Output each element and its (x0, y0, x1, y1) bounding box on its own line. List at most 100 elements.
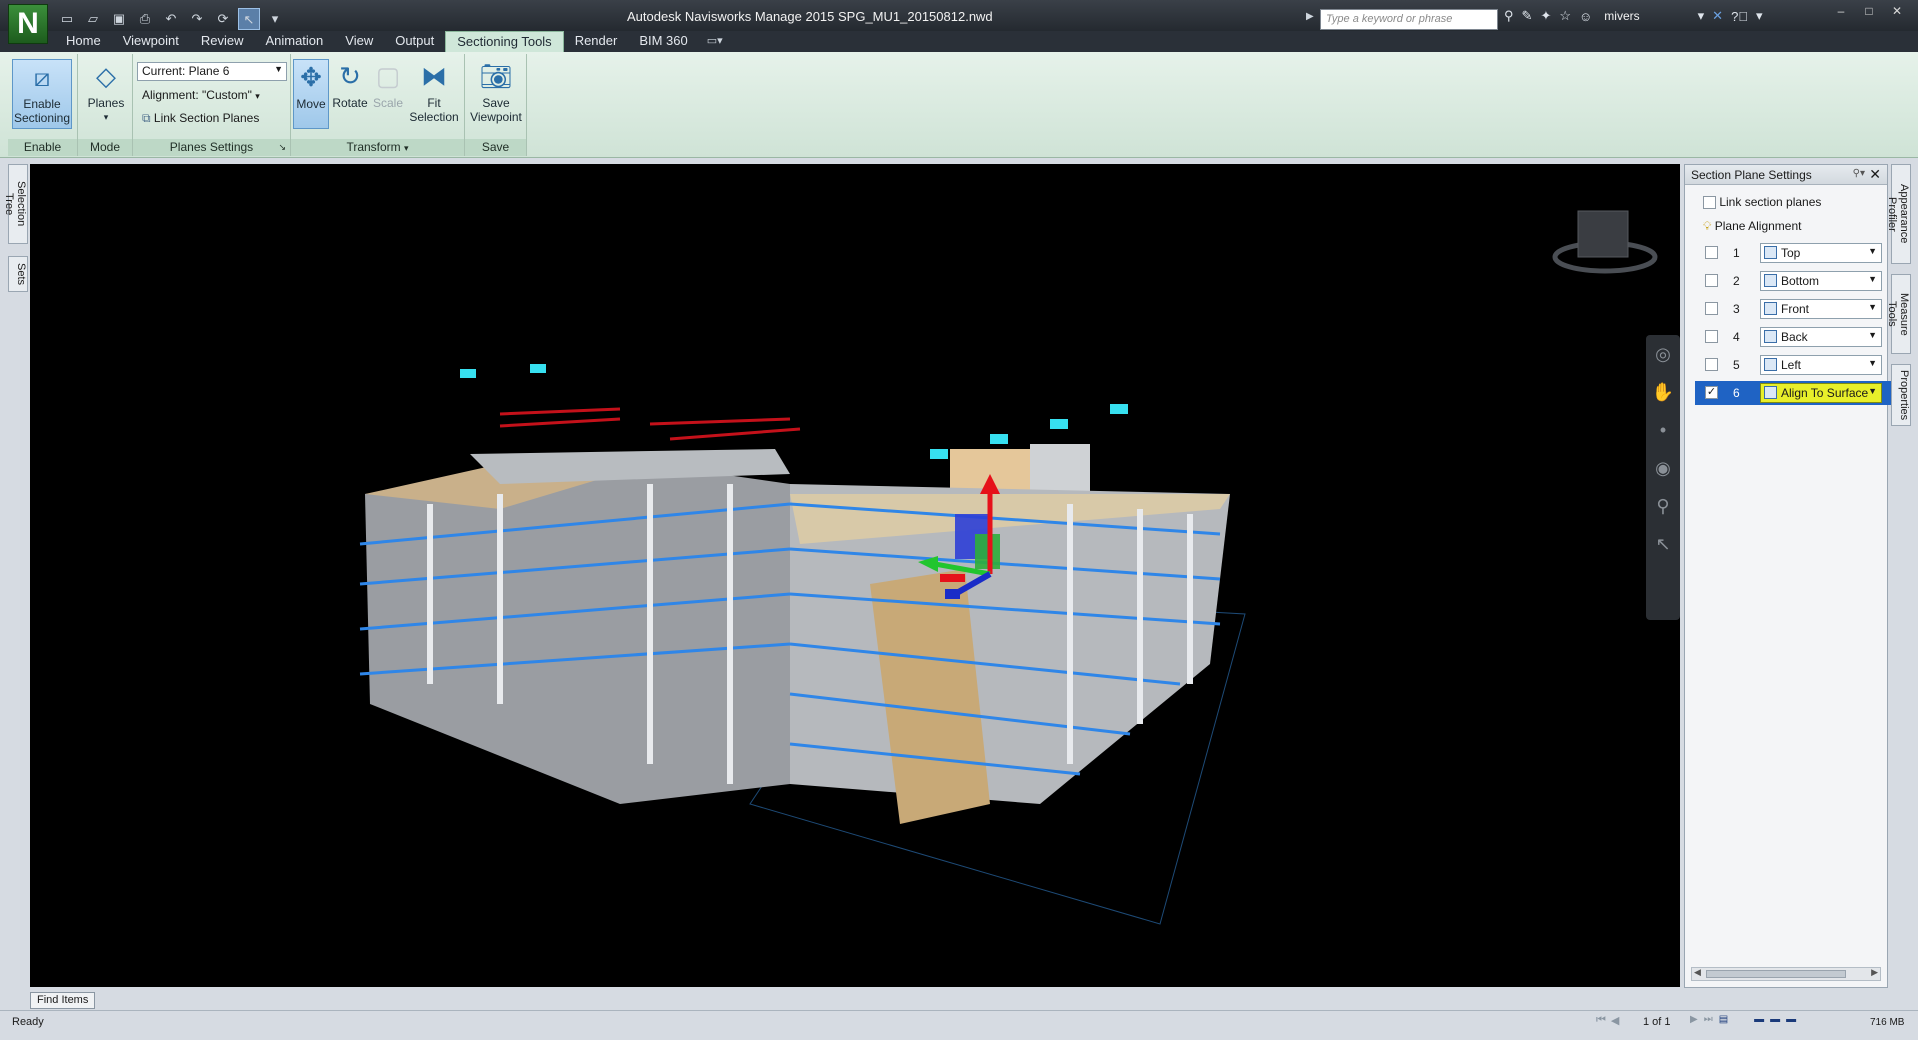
search-input[interactable]: Type a keyword or phrase (1320, 9, 1498, 30)
panel-horizontal-scrollbar[interactable]: ◀ ▶ (1691, 967, 1881, 981)
plane-4-checkbox[interactable] (1705, 330, 1718, 343)
planes-button[interactable]: ◇ Planes ▾ (84, 59, 128, 124)
move-button[interactable]: ✥ Move (293, 59, 329, 129)
plane-row-6[interactable]: ✓ 6 Align To Surface ▼ (1695, 381, 1891, 405)
ribbon-tabs: Home Viewpoint Review Animation View Out… (0, 31, 1918, 52)
chevron-down-icon: ▼ (274, 64, 283, 74)
group-expand-icon[interactable]: ▾ (404, 143, 409, 153)
scroll-thumb[interactable] (1706, 970, 1846, 978)
plane-1-checkbox[interactable] (1705, 246, 1718, 259)
open-file-icon[interactable]: ▱ (82, 8, 104, 30)
fit-selection-button[interactable]: ⧓ Fit Selection (407, 59, 461, 124)
help-icon[interactable]: ?⃝ (1731, 9, 1748, 24)
tab-view[interactable]: View (334, 31, 384, 52)
rotate-button[interactable]: ↻ Rotate (331, 59, 369, 110)
walk-icon[interactable]: ⚲ (1646, 487, 1680, 525)
dialog-launcher-icon[interactable]: ↘ (278, 139, 286, 156)
link-section-planes-button[interactable]: ⧉ Link Section Planes (142, 111, 259, 126)
tab-sectioning-tools[interactable]: Sectioning Tools (445, 31, 564, 52)
building-model[interactable] (30, 164, 1680, 987)
tab-render[interactable]: Render (564, 31, 629, 52)
undo-icon[interactable]: ↶ (160, 8, 182, 30)
minimize-icon[interactable]: – (1828, 2, 1854, 20)
scale-button[interactable]: ▢ Scale (371, 59, 405, 110)
plane-1-alignment-dropdown[interactable]: Top ▼ (1760, 243, 1882, 263)
communication-icon[interactable]: ✦ (1540, 8, 1551, 24)
scroll-left-icon[interactable]: ◀ (1694, 967, 1701, 978)
tab-properties[interactable]: Properties (1891, 364, 1911, 426)
plane-2-checkbox[interactable] (1705, 274, 1718, 287)
user-icon[interactable]: ☺ (1579, 9, 1592, 24)
plane-3-alignment-dropdown[interactable]: Front ▼ (1760, 299, 1882, 319)
link-section-planes-checkbox[interactable] (1703, 196, 1716, 210)
save-icon[interactable]: ▣ (108, 8, 130, 30)
tab-animation[interactable]: Animation (254, 31, 334, 52)
chevron-down-icon: ▼ (1868, 330, 1877, 340)
plane-5-alignment-dropdown[interactable]: Left ▼ (1760, 355, 1882, 375)
3d-viewport[interactable] (30, 164, 1680, 987)
scroll-right-icon[interactable]: ▶ (1871, 967, 1878, 978)
last-sheet-icon[interactable]: ⏭ (1704, 1014, 1713, 1025)
tab-home[interactable]: Home (55, 31, 112, 52)
current-plane-dropdown[interactable]: Current: Plane 6 ▼ (137, 62, 287, 81)
plane-2-alignment-dropdown[interactable]: Bottom ▼ (1760, 271, 1882, 291)
plane-6-checkbox[interactable]: ✓ (1705, 386, 1718, 399)
exchange-icon[interactable]: ✕ (1712, 8, 1723, 24)
link-section-planes-option[interactable]: Link section planes (1703, 195, 1821, 210)
binoculars-icon[interactable]: ⚲ (1504, 8, 1514, 24)
first-sheet-icon[interactable]: ⏮ (1596, 1014, 1606, 1027)
tab-measure-tools[interactable]: Measure Tools (1886, 274, 1911, 354)
group-transform: ✥ Move ↻ Rotate ▢ Scale ⧓ Fit Selection … (291, 54, 465, 156)
refresh-icon[interactable]: ⟳ (212, 8, 234, 30)
save-viewpoint-button[interactable]: 📷︎ Save Viewpoint (468, 59, 524, 124)
steering-wheel-icon[interactable]: ◎ (1646, 335, 1680, 373)
plane-row-4[interactable]: 4 Back ▼ (1695, 325, 1891, 349)
section-plane-settings-panel: Section Plane Settings ⚲▾ ✕ Link section… (1684, 164, 1891, 988)
sheet-browser-icon[interactable]: ▤ (1719, 1014, 1728, 1025)
zoom-icon[interactable]: • (1646, 411, 1680, 449)
plane-row-3[interactable]: 3 Front ▼ (1695, 297, 1891, 321)
next-sheet-icon[interactable]: ▶ (1690, 1014, 1698, 1025)
plane-row-5[interactable]: 5 Left ▼ (1695, 353, 1891, 377)
tab-bim-360[interactable]: BIM 360 (628, 31, 698, 52)
plane-4-alignment-dropdown[interactable]: Back ▼ (1760, 327, 1882, 347)
app-menu-button[interactable]: N (8, 4, 48, 44)
tab-viewpoint[interactable]: Viewpoint (112, 31, 190, 52)
redo-icon[interactable]: ↷ (186, 8, 208, 30)
plane-5-checkbox[interactable] (1705, 358, 1718, 371)
search-expand-icon[interactable]: ▶ (1306, 11, 1314, 22)
ribbon-minimize-icon[interactable]: ▭▾ (699, 31, 731, 52)
pin-icon[interactable]: ⚲▾ (1853, 168, 1865, 179)
maximize-icon[interactable]: □ (1856, 2, 1882, 20)
tab-selection-tree[interactable]: Selection Tree (3, 164, 28, 244)
close-window-icon[interactable]: ✕ (1884, 2, 1910, 20)
scale-icon: ▢ (375, 61, 401, 91)
find-items-tab[interactable]: Find Items (30, 992, 96, 1009)
user-dropdown-icon[interactable]: ▾ (1698, 8, 1705, 24)
tab-review[interactable]: Review (190, 31, 255, 52)
select-icon[interactable]: ↖ (1646, 525, 1680, 563)
favorites-icon[interactable]: ☆ (1559, 8, 1571, 24)
tab-sets[interactable]: Sets (8, 256, 28, 292)
enable-sectioning-button[interactable]: ⧄ Enable Sectioning (12, 59, 72, 129)
new-file-icon[interactable]: ▭ (56, 8, 78, 30)
plane-3-checkbox[interactable] (1705, 302, 1718, 315)
title-tools: ⚲ ✎ ✦ ☆ ☺ mivers ▾ ✕ ?⃝ ▾ (1504, 8, 1763, 24)
orbit-icon[interactable]: ◉ (1646, 449, 1680, 487)
user-name[interactable]: mivers (1604, 9, 1639, 23)
prev-sheet-icon[interactable]: ◀ (1611, 1014, 1619, 1027)
print-icon[interactable]: ⎙ (134, 8, 156, 30)
quick-access-toolbar: ▭ ▱ ▣ ⎙ ↶ ↷ ⟳ ↖ ▾ (56, 8, 286, 30)
alignment-dropdown[interactable]: Alignment: "Custom" ▾ (142, 88, 260, 102)
customize-qat-icon[interactable]: ▾ (264, 8, 286, 30)
help-dropdown-icon[interactable]: ▾ (1756, 8, 1763, 24)
subscription-icon[interactable]: ✎ (1522, 8, 1533, 24)
plane-row-1[interactable]: 1 Top ▼ (1695, 241, 1891, 265)
pan-icon[interactable]: ✋ (1646, 373, 1680, 411)
tab-appearance-profiler[interactable]: Appearance Profiler (1886, 164, 1911, 264)
plane-6-alignment-dropdown[interactable]: Align To Surface ▼ (1760, 383, 1882, 403)
plane-row-2[interactable]: 2 Bottom ▼ (1695, 269, 1891, 293)
select-cursor-icon[interactable]: ↖ (238, 8, 260, 30)
tab-output[interactable]: Output (384, 31, 445, 52)
close-icon[interactable]: ✕ (1869, 166, 1881, 183)
